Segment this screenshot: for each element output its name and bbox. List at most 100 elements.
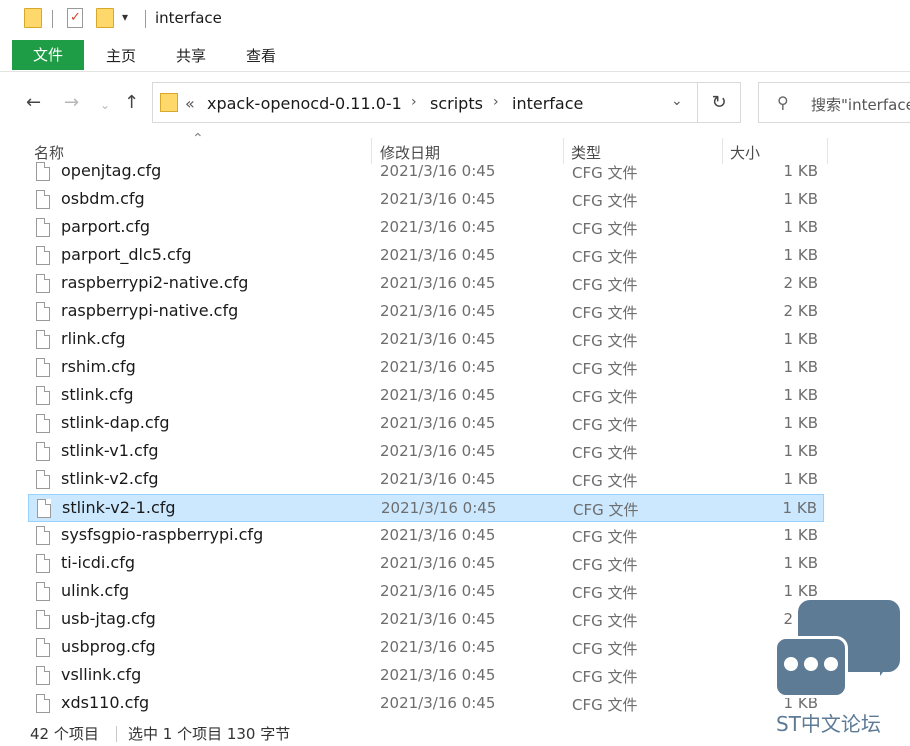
file-icon: [36, 330, 50, 349]
file-name: stlink-v1.cfg: [61, 441, 159, 460]
breadcrumb-overflow[interactable]: «: [185, 94, 195, 113]
file-icon: [36, 162, 50, 181]
up-arrow-icon[interactable]: ↑: [124, 93, 139, 113]
file-name: sysfsgpio-raspberrypi.cfg: [61, 525, 264, 544]
file-icon: [36, 302, 50, 321]
back-arrow-icon[interactable]: ←: [26, 93, 41, 113]
file-type: CFG 文件: [572, 472, 638, 490]
file-date: 2021/3/16 0:45: [380, 358, 496, 376]
file-type: CFG 文件: [572, 276, 638, 294]
file-size: 2 KB: [783, 274, 818, 292]
quick-access-dropdown-icon[interactable]: ▾: [122, 10, 128, 24]
file-icon: [36, 218, 50, 237]
table-row[interactable]: vsllink.cfg2021/3/16 0:45CFG 文件1 KB: [28, 662, 824, 690]
file-name: vsllink.cfg: [61, 665, 142, 684]
table-row[interactable]: stlink-v2.cfg 2021/3/16 0:45 CFG 文件 1 KB: [28, 466, 824, 494]
table-row[interactable]: ulink.cfg 2021/3/16 0:45 CFG 文件 1 KB: [28, 578, 824, 606]
refresh-icon: ↻: [711, 92, 727, 113]
address-bar[interactable]: « xpack-openocd-0.11.0-1 › scripts › int…: [152, 82, 698, 123]
file-icon: [36, 414, 50, 433]
file-type: CFG 文件: [572, 304, 638, 322]
file-name: usb-jtag.cfg: [61, 609, 156, 628]
table-row[interactable]: stlink-dap.cfg 2021/3/16 0:45 CFG 文件 1 KB: [28, 410, 824, 438]
file-date: 2021/3/16 0:45: [380, 302, 496, 320]
tab-file[interactable]: 文件: [12, 40, 84, 70]
table-row[interactable]: stlink-v1.cfg 2021/3/16 0:45 CFG 文件 1 KB: [28, 438, 824, 466]
breadcrumb-item[interactable]: scripts: [430, 94, 483, 113]
table-row[interactable]: osbdm.cfg 2021/3/16 0:45 CFG 文件 1 KB: [28, 186, 824, 214]
file-icon: [36, 582, 50, 601]
dot: [784, 657, 798, 671]
item-count: 42 个项目: [30, 725, 99, 743]
table-row[interactable]: raspberrypi-native.cfg 2021/3/16 0:45 CFG …: [28, 298, 824, 326]
file-date: 2021/3/16 0:45: [380, 582, 496, 600]
file-size: 1 KB: [783, 526, 818, 544]
table-row[interactable]: usbprog.cfg2021/3/16 0:45CFG 文件1 KB: [28, 634, 824, 662]
new-folder-icon[interactable]: [96, 8, 114, 28]
breadcrumb-separator[interactable]: ›: [493, 94, 499, 110]
file-type: CFG 文件: [572, 640, 638, 658]
file-date: 2021/3/16 0:45: [380, 386, 496, 404]
chat-bubble-dots-icon: [774, 636, 848, 698]
file-icon: [36, 246, 50, 265]
file-type: CFG 文件: [572, 444, 638, 462]
table-row[interactable]: rlink.cfg 2021/3/16 0:45 CFG 文件 1 KB: [28, 326, 824, 354]
table-row-selected[interactable]: stlink-v2-1.cfg 2021/3/16 0:45 CFG 文件 1 KB: [28, 494, 824, 522]
file-size: 1 KB: [783, 582, 818, 600]
table-row[interactable]: parport_dlc5.cfg 2021/3/16 0:45 CFG 文件 1 KB: [28, 242, 824, 270]
file-date: 2021/3/16 0:45: [380, 162, 496, 180]
chevron-down-icon[interactable]: ⌄: [671, 93, 683, 109]
table-row[interactable]: openjtag.cfg 2021/3/16 0:45 CFG 文件 1 KB: [28, 160, 824, 186]
breadcrumb-separator[interactable]: ›: [411, 94, 417, 110]
sort-ascending-icon: ⌃: [192, 131, 204, 147]
properties-icon[interactable]: [67, 8, 83, 28]
breadcrumb-item[interactable]: xpack-openocd-0.11.0-1: [207, 94, 402, 113]
tab-share[interactable]: 共享: [166, 42, 216, 70]
file-name: parport.cfg: [61, 217, 151, 236]
file-date: 2021/3/16 0:45: [380, 274, 496, 292]
file-size: 2 KB: [783, 302, 818, 320]
file-name: ulink.cfg: [61, 581, 130, 600]
ribbon-tabs: 文件 主页 共享 查看: [0, 38, 910, 72]
file-date: 2021/3/16 0:45: [380, 470, 496, 488]
file-type: CFG 文件: [572, 388, 638, 406]
file-size: 1 KB: [783, 246, 818, 264]
file-name: osbdm.cfg: [61, 189, 145, 208]
file-size: 1 KB: [783, 330, 818, 348]
file-type: CFG 文件: [572, 248, 638, 266]
file-icon: [36, 442, 50, 461]
folder-icon[interactable]: [24, 8, 42, 28]
navigation-bar: ← → ⌄ ↑ « xpack-openocd-0.11.0-1 › scrip…: [0, 72, 910, 134]
tab-home[interactable]: 主页: [96, 42, 146, 70]
divider: [116, 726, 117, 742]
chat-bubble-tail: [880, 660, 892, 676]
table-row[interactable]: ti-icdi.cfg 2021/3/16 0:45 CFG 文件 1 KB: [28, 550, 824, 578]
table-row[interactable]: stlink.cfg 2021/3/16 0:45 CFG 文件 1 KB: [28, 382, 824, 410]
title-bar: ▾ interface: [0, 0, 910, 38]
file-name: ti-icdi.cfg: [61, 553, 136, 572]
file-date: 2021/3/16 0:45: [380, 246, 496, 264]
file-size: 1 KB: [783, 218, 818, 236]
file-icon: [36, 666, 50, 685]
file-type: CFG 文件: [572, 696, 638, 714]
table-row[interactable]: usb-jtag.cfg2021/3/16 0:45CFG 文件2 KB: [28, 606, 824, 634]
recent-locations-chevron-icon[interactable]: ⌄: [100, 95, 110, 115]
search-box[interactable]: ⚲ 搜索"interface": [758, 82, 910, 123]
refresh-button[interactable]: ↻: [698, 82, 741, 123]
file-name: raspberrypi2-native.cfg: [61, 273, 249, 292]
file-name: openjtag.cfg: [61, 161, 162, 180]
table-row[interactable]: rshim.cfg 2021/3/16 0:45 CFG 文件 1 KB: [28, 354, 824, 382]
tab-view[interactable]: 查看: [236, 42, 286, 70]
forward-arrow-icon[interactable]: →: [64, 93, 79, 113]
search-icon: ⚲: [777, 93, 789, 112]
table-row[interactable]: xds110.cfg 2021/3/16 0:45 CFG 文件 1 KB: [28, 690, 824, 714]
file-date: 2021/3/16 0:45: [381, 499, 497, 517]
breadcrumb-item[interactable]: interface: [512, 94, 583, 113]
table-row[interactable]: sysfsgpio-raspberrypi.cfg 2021/3/16 0:45 C…: [28, 522, 824, 550]
table-row[interactable]: raspberrypi2-native.cfg 2021/3/16 0:45 CFG…: [28, 270, 824, 298]
search-input[interactable]: 搜索"interface": [811, 94, 910, 115]
table-row[interactable]: parport.cfg 2021/3/16 0:45 CFG 文件 1 KB: [28, 214, 824, 242]
file-name: parport_dlc5.cfg: [61, 245, 192, 264]
file-icon: [36, 610, 50, 629]
file-size: 1 KB: [783, 162, 818, 180]
